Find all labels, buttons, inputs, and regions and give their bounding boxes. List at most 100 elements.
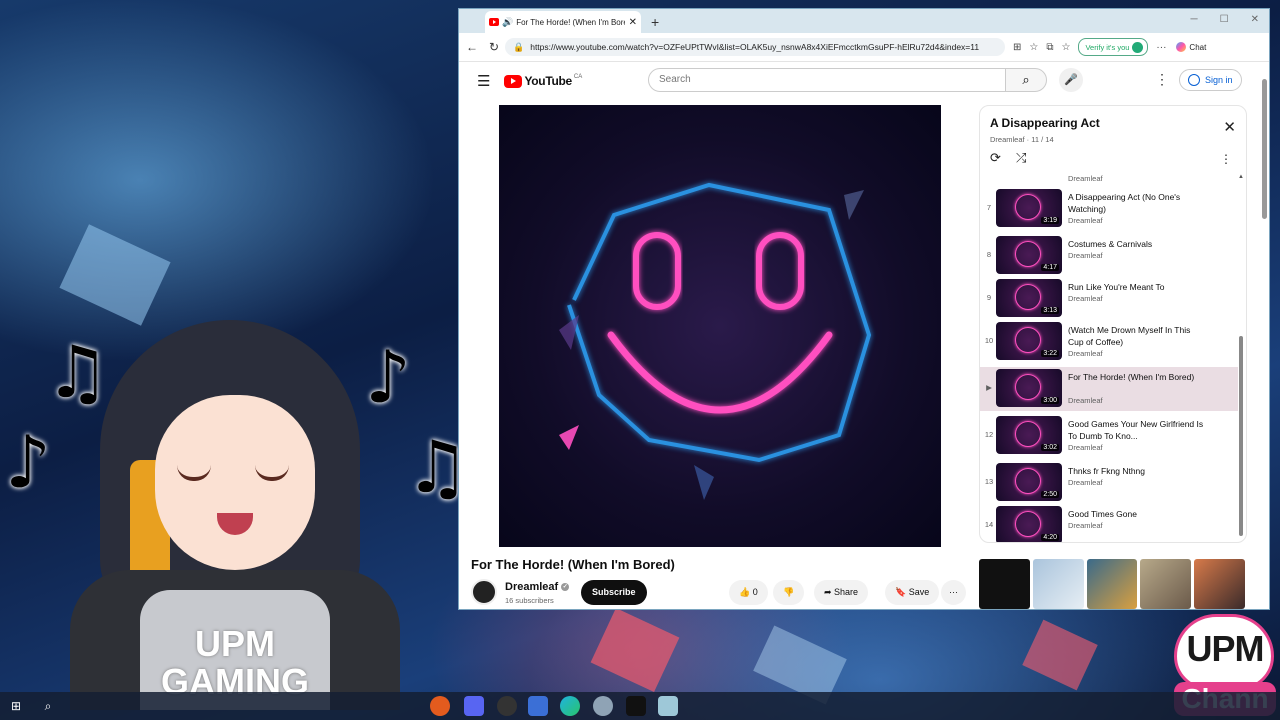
item-title[interactable]: Good Games Your New Girlfriend Is To Dum… [1068, 418, 1208, 442]
recommendation-thumbnail[interactable] [979, 559, 1030, 609]
app-icon[interactable] [626, 696, 646, 716]
item-title[interactable]: For The Horde! (When I'm Bored) [1068, 371, 1208, 383]
item-thumbnail[interactable]: 2:50 [996, 463, 1062, 501]
item-title[interactable]: Good Times Gone [1068, 508, 1208, 520]
playlist-scrollbar[interactable] [1239, 336, 1243, 536]
item-title[interactable]: Costumes & Carnivals [1068, 238, 1208, 250]
menu-icon[interactable]: ☰ [477, 72, 490, 90]
playlist-item[interactable]: 12 3:02 Good Games Your New Girlfriend I… [980, 414, 1238, 458]
playlist-items: Dreamleaf 7 3:19 A Disappearing Act (No … [980, 170, 1238, 542]
scrollbar-thumb[interactable] [1262, 79, 1267, 219]
back-icon[interactable]: ← [461, 40, 483, 54]
search-button[interactable]: ⌕ [1005, 68, 1047, 92]
item-title[interactable]: A Disappearing Act (No One's Watching) [1068, 191, 1208, 215]
loop-icon[interactable]: ⟳ [990, 150, 1001, 166]
recommendation-thumbnail[interactable] [1194, 559, 1245, 609]
microphone-icon: 🎤 [1064, 74, 1078, 86]
share-button[interactable]: ➦ Share [814, 580, 869, 605]
recommendation-thumbnail[interactable] [1140, 559, 1192, 609]
playlist-item-current[interactable]: ▶ 3:00 For The Horde! (When I'm Bored) D… [980, 367, 1238, 411]
search-icon: ⌕ [1022, 72, 1030, 87]
minimize-icon[interactable]: ─ [1191, 14, 1198, 25]
speaker-icon[interactable]: 🔊 [502, 17, 513, 28]
favorite-star-icon[interactable]: ☆ [1029, 42, 1038, 53]
scroll-up-icon[interactable]: ▲ [1238, 174, 1244, 180]
close-tab-icon[interactable]: ✕ [629, 17, 637, 28]
item-number: 14 [984, 520, 994, 529]
settings-menu-icon[interactable]: ⋮ [1155, 71, 1169, 88]
voice-search-button[interactable]: 🎤 [1059, 68, 1083, 92]
subscribe-button[interactable]: Subscribe [581, 580, 647, 605]
dislike-button[interactable]: 👎 [773, 580, 805, 605]
sign-in-button[interactable]: Sign in [1179, 69, 1242, 91]
item-channel: Dreamleaf [1068, 349, 1103, 358]
app-icon[interactable] [528, 696, 548, 716]
collections-icon[interactable]: ☆ [1062, 42, 1071, 53]
thumbs-up-icon: 👍 [739, 587, 753, 597]
item-title[interactable]: (Watch Me Drown Myself In This Cup of Co… [1068, 324, 1208, 348]
browser-window: 🔊 For The Horde! (When I'm Bored) - YouT… [458, 8, 1270, 610]
more-actions-button[interactable]: ··· [941, 580, 966, 605]
recommendation-thumbnail[interactable] [1086, 559, 1138, 609]
like-button[interactable]: 👍 0 [729, 580, 768, 605]
item-channel: Dreamleaf [1068, 216, 1103, 225]
playlist-item[interactable]: 8 4:17 Costumes & Carnivals Dreamleaf [980, 234, 1238, 278]
maximize-icon[interactable]: ☐ [1220, 14, 1229, 25]
page-scrollbar[interactable] [1262, 79, 1267, 609]
discord-icon[interactable] [464, 696, 484, 716]
item-title[interactable]: Thnks fr Fkng Nthng [1068, 465, 1208, 477]
windows-start-icon[interactable]: ⊞ [6, 696, 26, 716]
close-window-icon[interactable]: ✕ [1251, 14, 1259, 25]
tab-bar: 🔊 For The Horde! (When I'm Bored) - YouT… [459, 9, 1269, 33]
search-icon[interactable]: ⌕ [38, 696, 58, 716]
more-vert-icon[interactable]: ⋮ [1220, 152, 1232, 166]
close-icon[interactable]: ✕ [1223, 118, 1236, 136]
item-thumbnail[interactable]: 3:13 [996, 279, 1062, 317]
item-thumbnail[interactable]: 3:22 [996, 322, 1062, 360]
video-title: For The Horde! (When I'm Bored) [471, 557, 675, 572]
item-title[interactable]: Run Like You're Meant To [1068, 281, 1208, 293]
recommendation-thumbnail[interactable] [1032, 559, 1084, 609]
music-note-icon: ♫ [45, 330, 110, 414]
item-thumbnail[interactable]: 3:19 [996, 189, 1062, 227]
copilot-chat-button[interactable]: Chat [1176, 42, 1206, 52]
playlist-item[interactable]: 13 2:50 Thnks fr Fkng Nthng Dreamleaf [980, 461, 1238, 505]
now-playing-icon: ▶ [986, 383, 992, 392]
refresh-icon[interactable]: ↻ [483, 40, 505, 54]
url-field[interactable]: 🔒 https://www.youtube.com/watch?v=OZFeUP… [505, 38, 1005, 56]
taskbar: ⊞ ⌕ [0, 692, 1280, 720]
app-install-icon[interactable]: ⊞ [1013, 42, 1021, 53]
item-channel: Dreamleaf [1068, 294, 1103, 303]
shuffle-icon[interactable]: ⤮ [1016, 150, 1026, 166]
browser-tab[interactable]: 🔊 For The Horde! (When I'm Bored) - YouT… [485, 11, 641, 33]
item-thumbnail[interactable]: 3:02 [996, 416, 1062, 454]
smiley-thumbnail-icon [1015, 374, 1041, 400]
app-icon[interactable] [658, 696, 678, 716]
playlist-item[interactable]: 9 3:13 Run Like You're Meant To Dreamlea… [980, 277, 1238, 321]
item-duration: 2:50 [1041, 491, 1059, 498]
verify-profile-button[interactable]: Verify it's you [1078, 38, 1149, 56]
new-tab-icon[interactable]: + [651, 14, 659, 30]
app-icon[interactable] [593, 696, 613, 716]
video-player[interactable] [499, 105, 941, 547]
app-icon[interactable] [430, 696, 450, 716]
lock-icon[interactable]: 🔒 [513, 42, 524, 53]
obs-icon[interactable] [497, 696, 517, 716]
search-input[interactable]: Search [648, 68, 1006, 92]
channel-avatar[interactable] [471, 579, 497, 605]
extensions-icon[interactable]: ⧉ [1046, 42, 1053, 53]
item-thumbnail[interactable]: 3:00 [996, 369, 1062, 407]
smiley-thumbnail-icon [1015, 194, 1041, 220]
more-options-icon[interactable]: ··· [1156, 42, 1166, 53]
playlist-item[interactable]: 10 3:22 (Watch Me Drown Myself In This C… [980, 320, 1238, 364]
youtube-logo[interactable]: YouTube CA [504, 74, 582, 88]
playlist-item-channel: Dreamleaf [1068, 174, 1103, 183]
item-channel: Dreamleaf [1068, 478, 1103, 487]
edge-icon[interactable] [560, 696, 580, 716]
save-button[interactable]: 🔖 Save [885, 580, 940, 605]
item-thumbnail[interactable]: 4:17 [996, 236, 1062, 274]
playlist-item[interactable]: 14 4:20 Good Times Gone Dreamleaf [980, 504, 1238, 542]
playlist-item[interactable]: 7 3:19 A Disappearing Act (No One's Watc… [980, 187, 1238, 231]
item-thumbnail[interactable]: 4:20 [996, 506, 1062, 542]
channel-name[interactable]: Dreamleaf ✓ [505, 581, 570, 593]
